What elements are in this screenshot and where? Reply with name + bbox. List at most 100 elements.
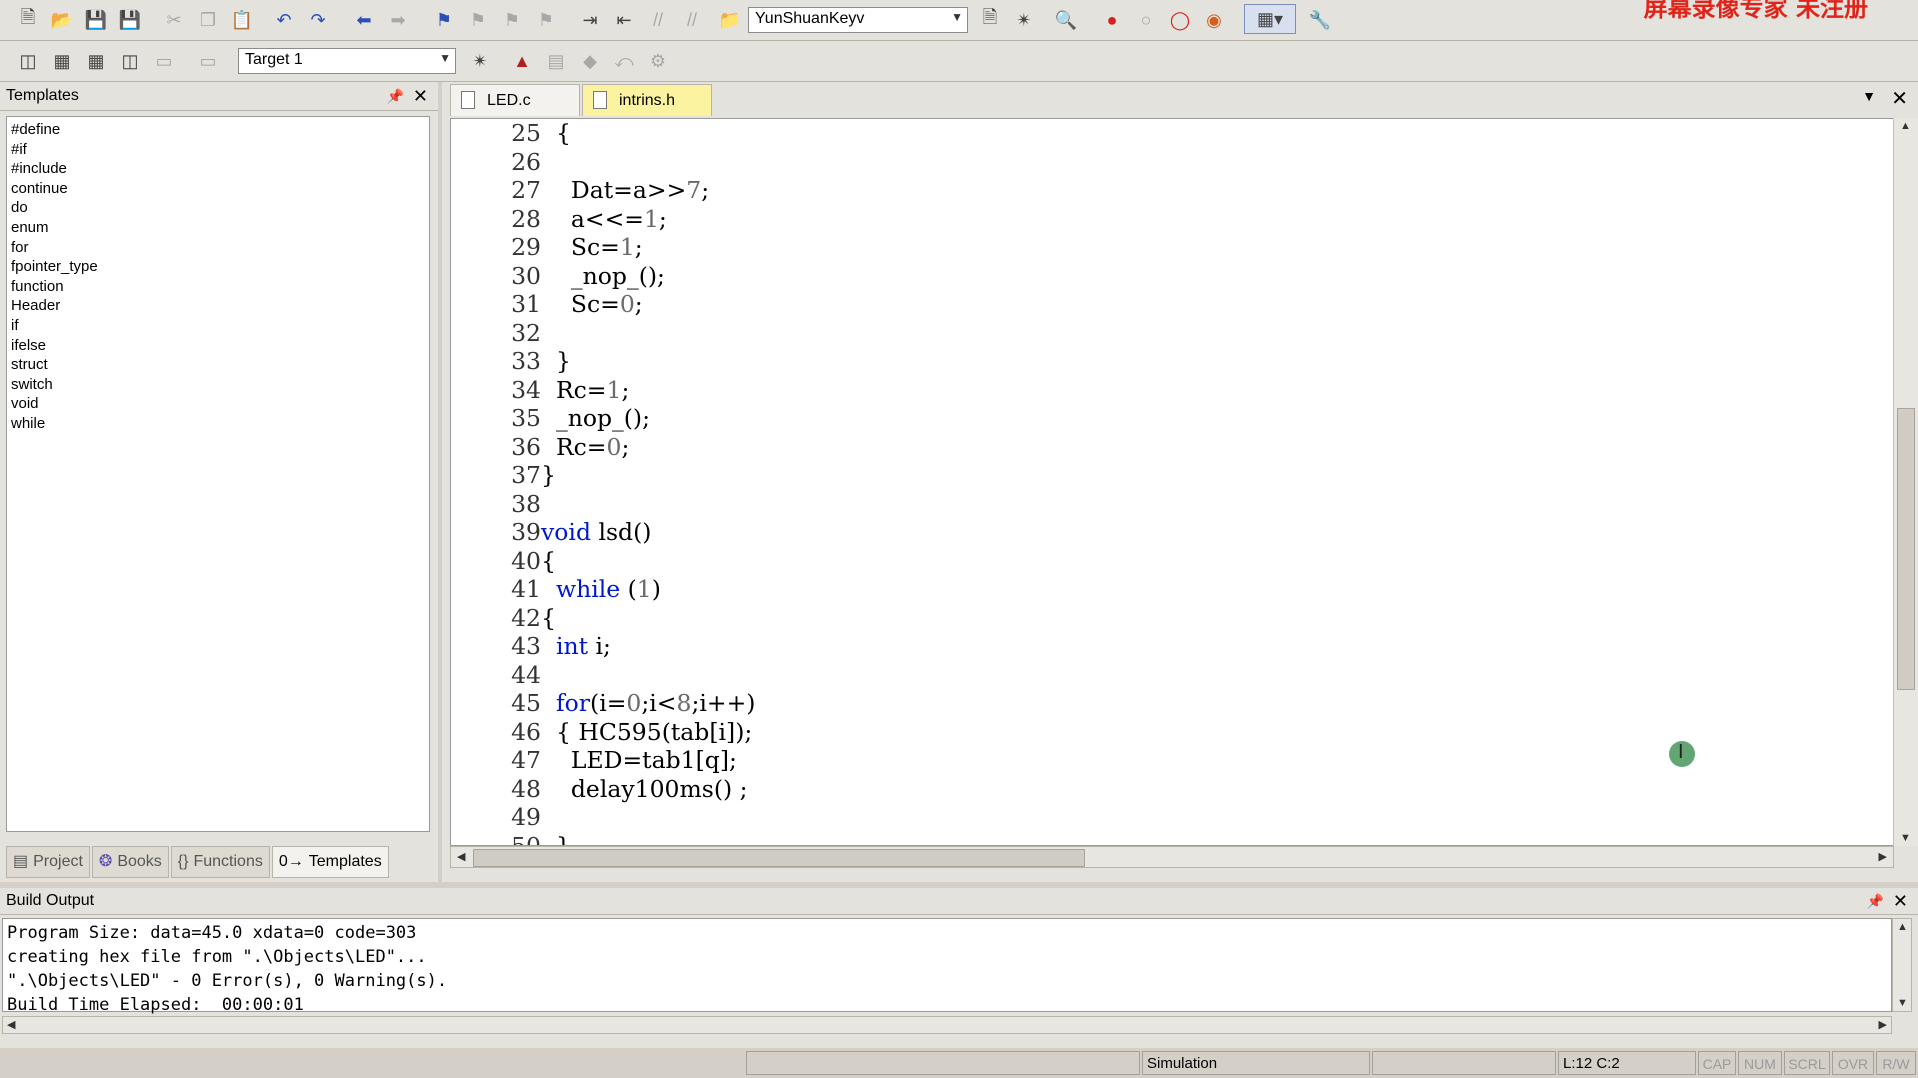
- template-item[interactable]: switch: [11, 375, 425, 395]
- status-bar: Simulation L:12 C:2 CAP NUM SCRL OVR R/W: [0, 1048, 1918, 1078]
- stop-build-icon[interactable]: ▭: [150, 47, 178, 75]
- redo-icon[interactable]: ↷: [304, 6, 332, 34]
- scroll-down-icon[interactable]: ▼: [1897, 997, 1908, 1009]
- next-bookmark-icon[interactable]: ⚑: [498, 6, 526, 34]
- open-file-icon[interactable]: 📂: [48, 6, 76, 34]
- chevron-down-icon[interactable]: ▼: [439, 51, 451, 65]
- copy-icon[interactable]: ❐: [194, 6, 222, 34]
- find-combo[interactable]: YunShuanKeyv ▼: [748, 7, 968, 33]
- tab-functions[interactable]: {} Functions: [170, 846, 270, 878]
- template-item[interactable]: for: [11, 238, 425, 258]
- template-item[interactable]: while: [11, 414, 425, 434]
- template-item[interactable]: function: [11, 277, 425, 297]
- chevron-down-icon[interactable]: ▼: [1862, 88, 1876, 104]
- close-icon[interactable]: ✕: [413, 82, 428, 110]
- manage-project-items-icon[interactable]: ▲: [508, 47, 536, 75]
- build-output-horizontal-scrollbar[interactable]: ◀ ▶: [2, 1016, 1892, 1034]
- insert-breakpoint-icon[interactable]: ●: [1098, 6, 1126, 34]
- tab-books[interactable]: ❂ Books: [91, 846, 169, 878]
- template-item[interactable]: ifelse: [11, 336, 425, 356]
- scroll-up-icon[interactable]: ▲: [1897, 921, 1908, 933]
- debug-session-icon[interactable]: 🔍: [1052, 6, 1080, 34]
- find-icon[interactable]: 🗎: [976, 6, 1004, 34]
- code-editor[interactable]: 25 {26 27 Dat=a>>7; 28 a<<=1; 29 Sc=1; 30 _n…: [450, 118, 1894, 846]
- uncomment-icon[interactable]: //: [678, 6, 706, 34]
- find-in-files-icon[interactable]: 📁: [716, 6, 744, 34]
- run-time-environment-icon[interactable]: ⚙: [644, 47, 672, 75]
- pack-installer-icon[interactable]: ⤺: [610, 47, 638, 75]
- template-item[interactable]: do: [11, 198, 425, 218]
- rebuild-icon[interactable]: ▦: [82, 47, 110, 75]
- scroll-left-icon[interactable]: ◀: [7, 1018, 15, 1031]
- line-number: 30: [511, 261, 541, 290]
- template-item[interactable]: continue: [11, 179, 425, 199]
- save-all-icon[interactable]: 💾: [116, 6, 144, 34]
- target-options-icon[interactable]: ✴: [466, 47, 494, 75]
- template-item[interactable]: enum: [11, 218, 425, 238]
- code-text: void lsd(): [541, 518, 652, 546]
- select-packs-icon[interactable]: ◆: [576, 47, 604, 75]
- chevron-down-icon[interactable]: ▼: [951, 10, 963, 24]
- navigate-back-icon[interactable]: ⬅: [350, 6, 378, 34]
- new-file-icon[interactable]: 🗎: [14, 6, 42, 34]
- line-number: 27: [511, 176, 541, 204]
- tab-led-c[interactable]: LED.c: [450, 84, 580, 116]
- template-item[interactable]: if: [11, 316, 425, 336]
- editor-horizontal-scrollbar[interactable]: ◀ ▶: [450, 846, 1894, 868]
- scroll-thumb[interactable]: [1897, 408, 1915, 690]
- template-item[interactable]: struct: [11, 355, 425, 375]
- pin-icon[interactable]: 📌: [1867, 888, 1884, 914]
- disable-breakpoints-icon[interactable]: ◯: [1166, 6, 1194, 34]
- tab-templates[interactable]: 0→ Templates: [271, 846, 389, 878]
- indent-icon[interactable]: ⇥: [576, 6, 604, 34]
- prev-bookmark-icon[interactable]: ⚑: [464, 6, 492, 34]
- scroll-right-icon[interactable]: ▶: [1879, 850, 1887, 863]
- close-icon[interactable]: ✕: [1891, 86, 1908, 111]
- clear-bookmarks-icon[interactable]: ⚑: [532, 6, 560, 34]
- undo-icon[interactable]: ↶: [270, 6, 298, 34]
- translate-icon[interactable]: ◫: [14, 47, 42, 75]
- cut-icon[interactable]: ✂: [160, 6, 188, 34]
- close-icon[interactable]: ✕: [1893, 888, 1908, 914]
- tab-project-label: Project: [33, 853, 83, 870]
- build-output-vertical-scrollbar[interactable]: ▲ ▼: [1892, 918, 1912, 1012]
- build-icon[interactable]: ▦: [48, 47, 76, 75]
- window-layout-icon[interactable]: ▦▾: [1244, 4, 1296, 34]
- status-cell-empty: [746, 1051, 1140, 1075]
- tab-intrins-h[interactable]: intrins.h: [582, 84, 712, 116]
- template-item[interactable]: Header: [11, 296, 425, 316]
- line-number: 31: [511, 290, 541, 318]
- scroll-left-icon[interactable]: ◀: [457, 850, 465, 863]
- scroll-thumb[interactable]: [473, 849, 1085, 867]
- template-item[interactable]: #define: [11, 120, 425, 140]
- kill-breakpoints-icon[interactable]: ◉: [1200, 6, 1228, 34]
- download-icon[interactable]: ▭: [194, 47, 222, 75]
- code-text: {: [541, 603, 556, 632]
- target-combo[interactable]: Target 1 ▼: [238, 48, 456, 74]
- editor-area: LED.c intrins.h ▼ ✕ 25 {26 27 Dat=a>>7; 28…: [442, 82, 1918, 882]
- save-icon[interactable]: 💾: [82, 6, 110, 34]
- template-item[interactable]: #include: [11, 159, 425, 179]
- editor-vertical-scrollbar[interactable]: ▲ ▼: [1893, 118, 1918, 846]
- scroll-right-icon[interactable]: ▶: [1879, 1018, 1887, 1031]
- manage-multi-project-icon[interactable]: ▤: [542, 47, 570, 75]
- template-item[interactable]: #if: [11, 140, 425, 160]
- paste-icon[interactable]: 📋: [228, 6, 256, 34]
- code-text: for(i=0;i<8;i++): [555, 689, 756, 717]
- tab-project[interactable]: ▤ Project: [6, 846, 90, 878]
- enable-breakpoint-icon[interactable]: ○: [1132, 6, 1160, 34]
- unindent-icon[interactable]: ⇤: [610, 6, 638, 34]
- navigate-forward-icon[interactable]: ➡: [384, 6, 412, 34]
- pin-icon[interactable]: 📌: [387, 82, 404, 110]
- line-number: 50: [511, 831, 541, 846]
- build-output-text[interactable]: Program Size: data=45.0 xdata=0 code=303…: [2, 918, 1892, 1015]
- scroll-down-icon[interactable]: ▼: [1900, 832, 1911, 844]
- bookmark-icon[interactable]: ⚑: [430, 6, 458, 34]
- template-item[interactable]: void: [11, 394, 425, 414]
- incremental-find-icon[interactable]: ✴: [1010, 6, 1038, 34]
- comment-icon[interactable]: //: [644, 6, 672, 34]
- scroll-up-icon[interactable]: ▲: [1900, 120, 1911, 132]
- batch-build-icon[interactable]: ◫: [116, 47, 144, 75]
- template-item[interactable]: fpointer_type: [11, 257, 425, 277]
- configure-icon[interactable]: 🔧: [1306, 6, 1334, 34]
